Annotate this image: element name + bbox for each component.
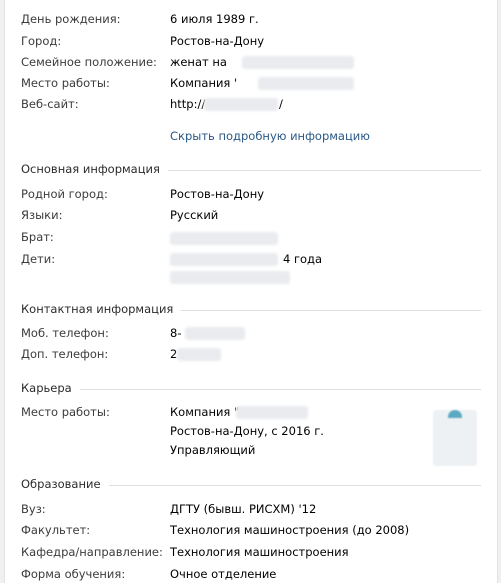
faculty-value[interactable]: Технология машиностроения (до 2008) [170, 523, 409, 537]
birthday-row: День рождения: 6 июля 1989 г. [21, 12, 481, 32]
redacted-company-name[interactable] [258, 77, 354, 90]
department-value[interactable]: Технология машиностроения [170, 545, 349, 559]
department-label: Кафедра/направление: [21, 545, 163, 559]
mobile-phone-value[interactable]: 8- [170, 326, 181, 340]
section-divider [21, 389, 481, 390]
company-logo-icon[interactable] [433, 410, 477, 466]
section-title: Контактная информация [21, 302, 182, 316]
website-row: Веб-сайт: http:// / [21, 97, 481, 117]
section-title: Образование [21, 477, 109, 491]
city-row: Город: Ростов-на-Дону [21, 34, 481, 54]
career-position: Управляющий [170, 443, 256, 457]
languages-label: Языки: [21, 208, 63, 222]
section-title: Карьера [21, 381, 80, 395]
city-label: Город: [21, 34, 62, 48]
mobile-phone-row: Моб. телефон: 8- [21, 326, 481, 346]
redacted-mobile-phone[interactable] [185, 327, 245, 340]
redacted-child-name-2[interactable] [170, 271, 290, 284]
workplace-label: Место работы: [21, 76, 110, 90]
hometown-value[interactable]: Ростов-на-Дону [170, 187, 264, 201]
career-workplace-label: Место работы: [21, 405, 110, 419]
home-phone-label: Доп. телефон: [21, 347, 109, 361]
website-link[interactable]: http:// [170, 97, 205, 111]
section-title: Основная информация [21, 162, 168, 176]
children-label: Дети: [21, 252, 56, 266]
relationship-row: Семейное положение: женат на [21, 55, 481, 75]
brother-label: Брат: [21, 230, 54, 244]
career-company-value[interactable]: Компания " [170, 405, 239, 419]
birthday-label: День рождения: [21, 12, 121, 26]
children-row: Дети: 4 года [21, 252, 481, 284]
redacted-spouse-name[interactable] [242, 56, 354, 69]
company-logo-mark [448, 410, 462, 418]
languages-row: Языки: Русский [21, 208, 481, 228]
hometown-row: Родной город: Ростов-на-Дону [21, 187, 481, 207]
languages-value[interactable]: Русский [170, 208, 218, 222]
city-value[interactable]: Ростов-на-Дону [170, 34, 264, 48]
relationship-label: Семейное положение: [21, 55, 157, 69]
faculty-row: Факультет: Технология машиностроения (до… [21, 523, 481, 543]
website-suffix: / [279, 97, 283, 111]
university-row: Вуз: ДГТУ (бывш. РИСХМ) '12 [21, 502, 481, 522]
website-label: Веб-сайт: [21, 97, 79, 111]
redacted-website[interactable] [204, 98, 278, 111]
study-form-value[interactable]: Очное отделение [170, 567, 276, 581]
career-workplace-row: Место работы: Компания " Ростов-на-Дону,… [21, 405, 481, 461]
university-value[interactable]: ДГТУ (бывш. РИСХМ) '12 [170, 502, 316, 516]
home-phone-row: Доп. телефон: 2 [21, 347, 481, 367]
relationship-value[interactable]: женат на [170, 55, 227, 69]
section-career: Карьера [21, 381, 481, 401]
section-education: Образование [21, 477, 481, 497]
section-contact-info: Контактная информация [21, 302, 481, 322]
section-basic-info: Основная информация [21, 162, 481, 182]
study-form-row: Форма обучения: Очное отделение [21, 567, 481, 583]
hide-details-link[interactable]: Скрыть подробную информацию [170, 129, 370, 143]
department-row: Кафедра/направление: Технология машиност… [21, 545, 481, 565]
university-label: Вуз: [21, 502, 46, 516]
study-form-label: Форма обучения: [21, 567, 126, 581]
birthday-value[interactable]: 6 июля 1989 г. [170, 12, 259, 26]
redacted-child-name-1[interactable] [170, 253, 278, 266]
redacted-career-company[interactable] [236, 406, 308, 419]
faculty-label: Факультет: [21, 523, 91, 537]
redacted-home-phone[interactable] [177, 348, 221, 361]
profile-info-card: День рождения: 6 июля 1989 г. Город: Рос… [4, 0, 498, 583]
mobile-phone-label: Моб. телефон: [21, 326, 109, 340]
workplace-value[interactable]: Компания ' [170, 76, 237, 90]
workplace-row: Место работы: Компания ' [21, 76, 481, 96]
hometown-label: Родной город: [21, 187, 108, 201]
redacted-brother-name[interactable] [170, 232, 278, 245]
brother-row: Брат: [21, 230, 481, 250]
career-city-period[interactable]: Ростов-на-Дону, с 2016 г. [170, 424, 324, 438]
child-age: 4 года [283, 252, 323, 266]
